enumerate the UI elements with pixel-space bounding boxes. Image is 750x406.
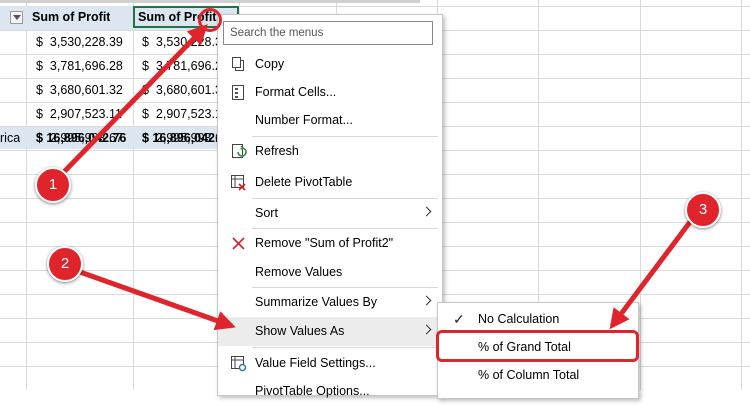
arrow-3 [609, 220, 692, 330]
callout-circle-marker [198, 8, 222, 32]
arrow-2 [79, 269, 236, 331]
callout-highlight-box [436, 330, 639, 362]
step-badge-1: 1 [35, 167, 71, 203]
step-badge-3: 3 [685, 192, 721, 228]
arrow-1 [56, 24, 208, 180]
step-badge-2: 2 [47, 246, 83, 282]
